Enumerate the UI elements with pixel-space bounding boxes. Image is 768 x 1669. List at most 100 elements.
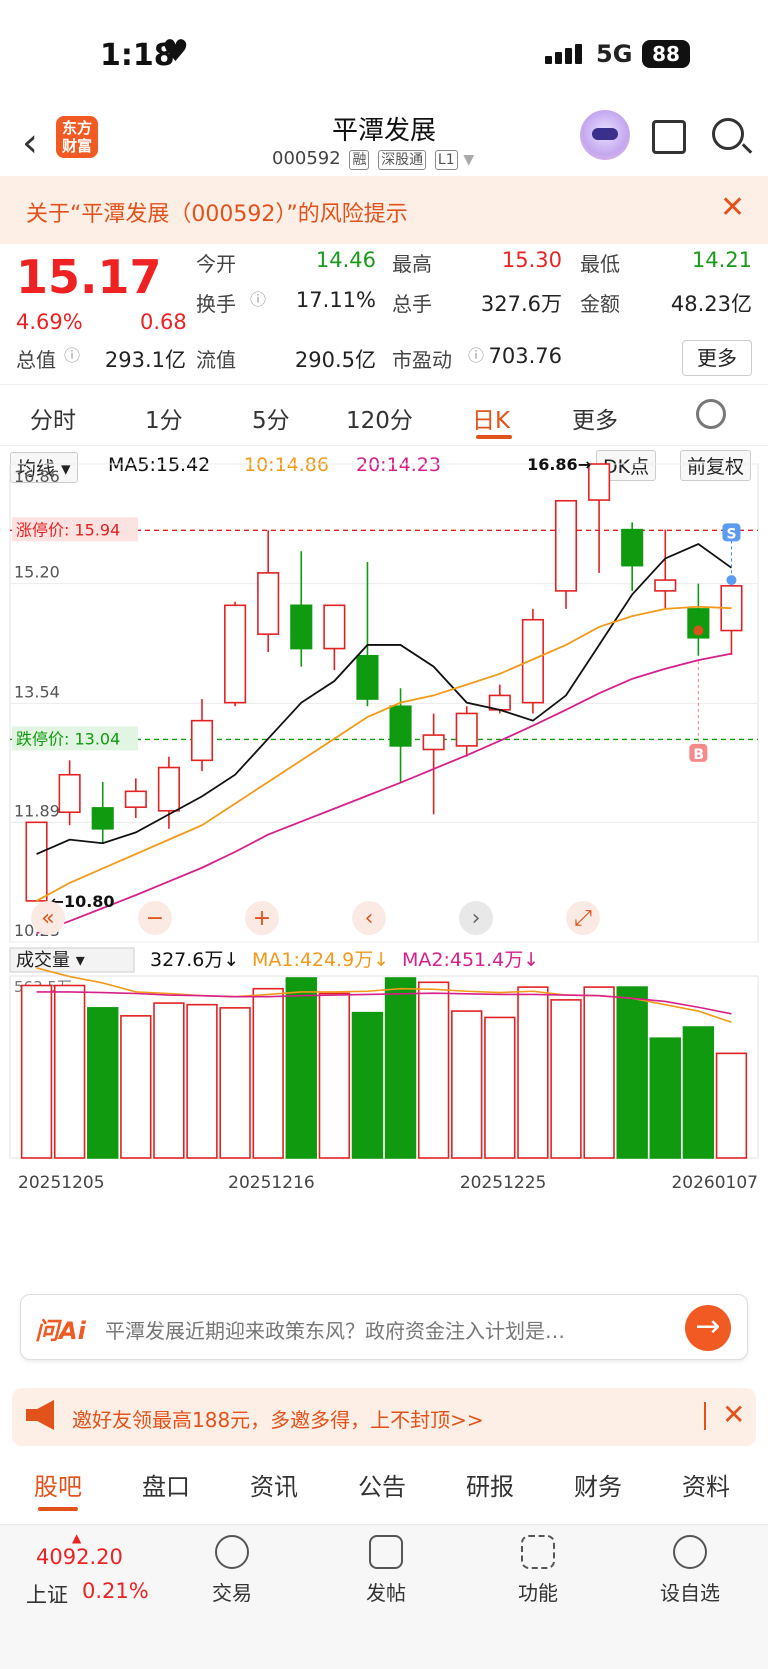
close-icon[interactable]: ✕ xyxy=(720,190,745,225)
more-icon xyxy=(673,1535,707,1569)
top-navbar: ‹ 东方 财富 平潭发展 000592 融 深股通 L1 ▼ xyxy=(0,108,768,176)
tab-more[interactable]: 更多 xyxy=(572,401,618,435)
volume-value: 327.6万↓ xyxy=(150,949,239,971)
tab-1min[interactable]: 1分 xyxy=(145,401,183,435)
kline-chart[interactable]: 均线 ▾ MA5:15.42 10:14.86 20:14.23 DK点 前复权… xyxy=(0,446,768,1276)
chart-period-tabs: 分时 1分 5分 120分 日K 更多 xyxy=(0,384,768,446)
dock-add-watchlist[interactable]: 设自选 xyxy=(650,1535,730,1606)
value-market-cap: 293.1亿 xyxy=(104,348,186,372)
tab-finance[interactable]: 财务 xyxy=(574,1467,622,1502)
candle-body xyxy=(588,463,611,501)
high-annotation: 16.86→ xyxy=(527,455,591,474)
info-icon[interactable]: ⓘ xyxy=(250,286,266,310)
candle-body xyxy=(389,705,412,747)
change-amount: 0.68 xyxy=(140,310,187,334)
volume-ma2: MA2:451.4万↓ xyxy=(402,949,539,971)
candle-body xyxy=(290,604,313,650)
active-tab-indicator xyxy=(476,435,512,439)
status-bar: 1:18 ♥ 5G 88 xyxy=(0,0,768,108)
grid-icon xyxy=(521,1535,555,1569)
volume-bar xyxy=(616,986,648,1159)
tab-research[interactable]: 研报 xyxy=(466,1467,514,1502)
value-float-cap: 290.5亿 xyxy=(294,348,376,372)
volume-bar xyxy=(351,1011,384,1159)
tab-announcements[interactable]: 公告 xyxy=(358,1467,406,1502)
value-turnover: 17.11% xyxy=(295,288,376,312)
label-amount: 金额 xyxy=(580,292,620,316)
tab-daily-k[interactable]: 日K xyxy=(472,401,510,435)
tab-handicap[interactable]: 盘口 xyxy=(142,1467,190,1502)
signal-icon xyxy=(545,44,585,68)
promo-banner[interactable]: 邀好友领最高188元，多邀多得，上不封顶>> ✕ xyxy=(12,1388,756,1446)
tab-5min[interactable]: 5分 xyxy=(252,401,290,435)
tab-120min[interactable]: 120分 xyxy=(346,401,413,435)
assistant-avatar[interactable] xyxy=(580,110,630,160)
search-icon[interactable] xyxy=(712,118,744,150)
value-low: 14.21 xyxy=(691,248,752,272)
more-button[interactable]: 更多 xyxy=(682,340,752,376)
dock-trade[interactable]: 交易 xyxy=(192,1535,272,1606)
chart-canvas: 16.8615.2013.5411.8910.23涨停价: 15.94跌停价: … xyxy=(9,455,759,1193)
tag-level: L1 xyxy=(434,150,458,170)
share-icon[interactable] xyxy=(652,120,686,154)
expand-icon[interactable]: ⤢ xyxy=(574,906,592,931)
volume-bar xyxy=(153,1002,185,1159)
scroll-left-fast-icon[interactable]: « xyxy=(41,906,54,931)
candle-body xyxy=(521,618,544,704)
promo-text[interactable]: 邀好友领最高188元，多邀多得，上不封顶>> xyxy=(72,1404,484,1433)
buy-marker-label: B xyxy=(693,747,704,763)
risk-text[interactable]: 关于“平潭发展（000592）”的风险提示 xyxy=(26,196,408,228)
candle-body xyxy=(25,821,48,902)
volume-bar xyxy=(252,987,284,1159)
label-float-cap: 流值 xyxy=(196,348,236,372)
candle-body xyxy=(124,790,147,808)
tab-guba[interactable]: 股吧 xyxy=(34,1467,82,1502)
volume-select[interactable]: 成交量 ▾ xyxy=(16,950,85,971)
volume-bar xyxy=(417,981,450,1159)
volume-bar xyxy=(20,984,53,1159)
volume-bar xyxy=(451,1010,483,1159)
dock-post[interactable]: 发帖 xyxy=(346,1535,426,1606)
chevron-left-icon[interactable]: ‹ xyxy=(365,906,374,931)
close-icon[interactable]: ✕ xyxy=(722,1398,745,1431)
zoom-out-icon[interactable]: − xyxy=(146,906,164,931)
volume-bar xyxy=(715,1052,748,1159)
index-name[interactable]: 上证 xyxy=(26,1579,68,1609)
tab-news[interactable]: 资讯 xyxy=(250,1467,298,1502)
change-percent: 4.69% xyxy=(16,310,83,334)
candle-body xyxy=(356,654,379,700)
x-axis-label: 20251216 xyxy=(228,1173,315,1193)
y-tick-label: 13.54 xyxy=(14,682,60,701)
risk-banner[interactable]: 关于“平潭发展（000592）”的风险提示 ✕ xyxy=(0,176,768,244)
candle-body xyxy=(323,604,346,650)
volume-bar xyxy=(318,992,351,1159)
chevron-down-icon[interactable]: ▼ xyxy=(463,152,474,168)
bottom-dock: ▲ 4092.20 上证 0.21% 交易 发帖 功能 设自选 xyxy=(0,1524,768,1669)
label-pe: 市盈动 xyxy=(392,348,452,372)
candle-body xyxy=(91,807,114,830)
ask-ai-question[interactable]: 平潭发展近期迎来政策东风？政府资金注入计划是… xyxy=(105,1315,695,1344)
dock-functions[interactable]: 功能 xyxy=(498,1535,578,1606)
index-change[interactable]: 0.21% xyxy=(82,1579,149,1603)
tab-intraday[interactable]: 分时 xyxy=(30,401,76,435)
chevron-right-icon[interactable]: › xyxy=(472,906,481,931)
x-axis-label: 20251205 xyxy=(18,1173,105,1193)
arrow-right-icon[interactable]: → xyxy=(685,1305,731,1351)
label-volume: 总手 xyxy=(392,292,432,316)
index-value[interactable]: 4092.20 xyxy=(36,1545,123,1569)
label-high: 最高 xyxy=(392,252,432,276)
ask-ai-logo: 问Ai xyxy=(35,1317,86,1345)
position-dot xyxy=(693,625,704,636)
value-high: 15.30 xyxy=(501,248,562,272)
signal-dot xyxy=(726,575,737,586)
tab-profile[interactable]: 资料 xyxy=(682,1467,730,1502)
tag-connect: 深股通 xyxy=(378,150,427,170)
label-low: 最低 xyxy=(580,252,620,276)
gear-icon[interactable] xyxy=(696,399,726,429)
info-icon[interactable]: ⓘ xyxy=(64,342,80,366)
zoom-in-icon[interactable]: + xyxy=(253,906,271,931)
volume-bar xyxy=(120,1015,152,1159)
ask-ai-bar[interactable]: 问Ai 平潭发展近期迎来政策东风？政府资金注入计划是… → xyxy=(20,1294,748,1360)
megaphone-icon xyxy=(26,1400,54,1430)
volume-bar xyxy=(682,1026,715,1159)
